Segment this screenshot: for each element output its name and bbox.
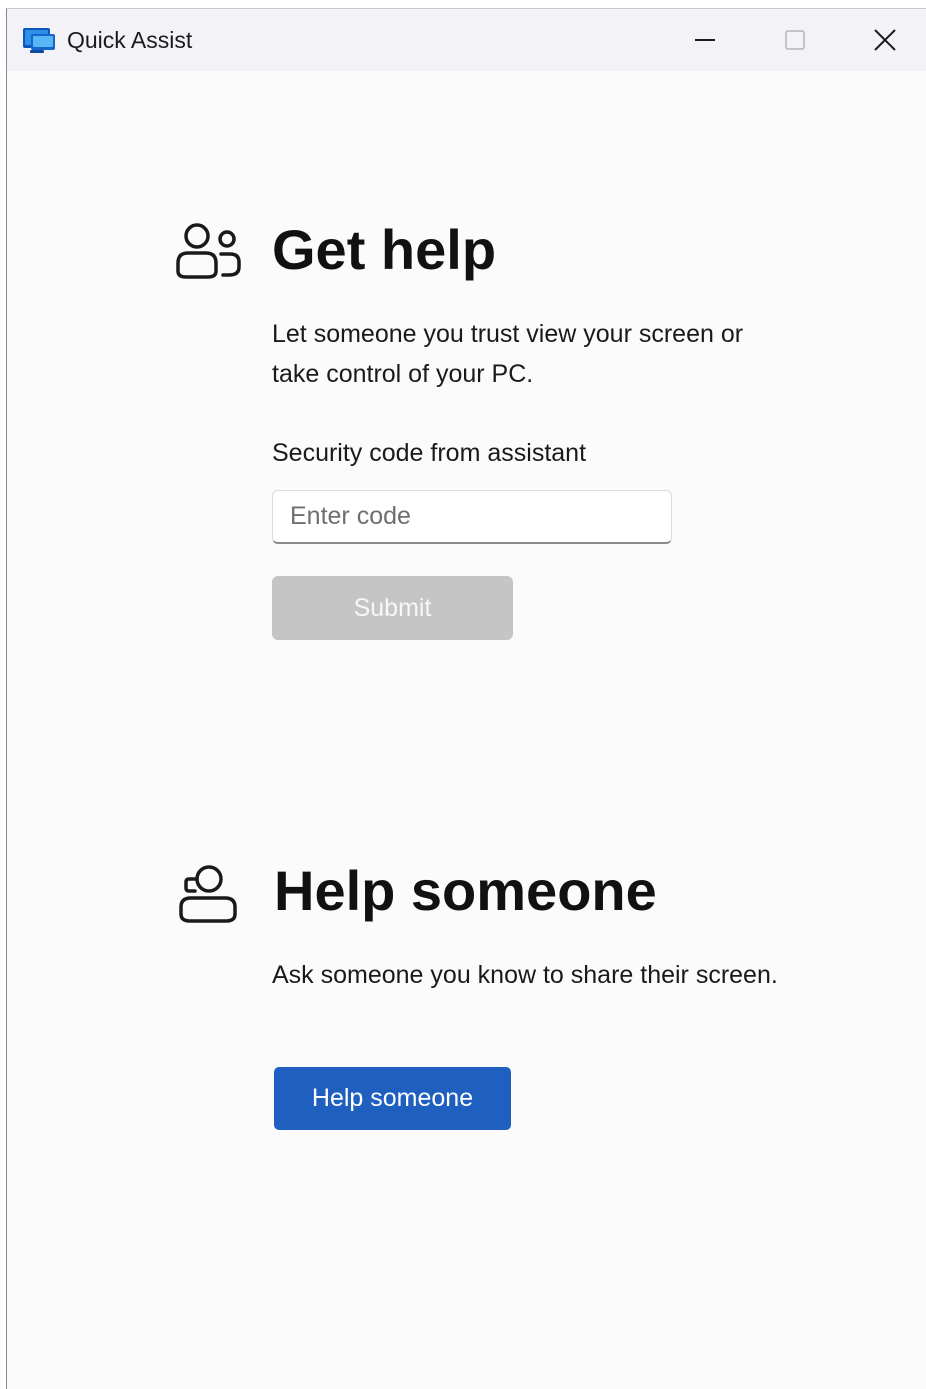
maximize-icon	[785, 30, 805, 50]
window-title: Quick Assist	[67, 27, 193, 53]
quick-assist-window: Quick Assist Get help Let someone you tr…	[6, 8, 926, 1389]
help-someone-description: Ask someone you know to share their scre…	[272, 961, 778, 989]
get-help-title: Get help	[272, 218, 497, 281]
close-icon	[874, 29, 896, 51]
person-headset-icon	[179, 865, 237, 923]
people-icon	[176, 223, 241, 279]
submit-button[interactable]: Submit	[272, 576, 513, 640]
help-someone-button[interactable]: Help someone	[274, 1067, 511, 1130]
get-help-description: Let someone you trust view your screen o…	[272, 320, 744, 388]
help-someone-title: Help someone	[274, 859, 657, 922]
quick-assist-app-icon	[23, 28, 55, 53]
title-bar[interactable]: Quick Assist	[7, 9, 926, 71]
security-code-input[interactable]	[272, 490, 672, 544]
maximize-button[interactable]	[750, 9, 840, 71]
close-button[interactable]	[840, 9, 926, 71]
minimize-button[interactable]	[660, 9, 750, 71]
security-code-label: Security code from assistant	[272, 439, 587, 467]
minimize-icon	[695, 39, 715, 41]
